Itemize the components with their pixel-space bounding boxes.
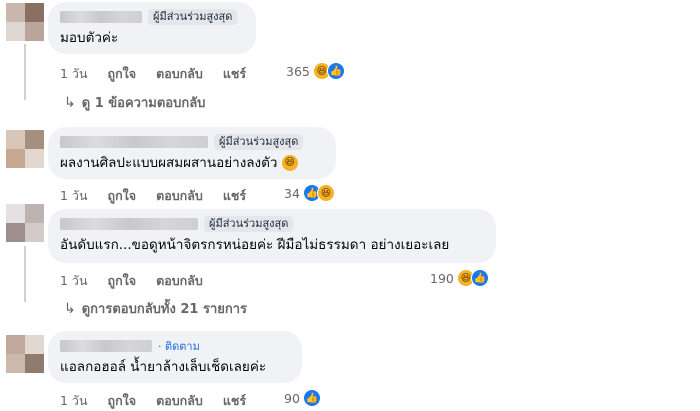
laughing-emoji-icon: 😆: [281, 155, 298, 171]
reply-button[interactable]: ตอบกลับ: [156, 186, 203, 206]
comment-bubble: ผู้มีส่วนร่วมสูงสุด ผลงานศิลปะแบบผสมผสาน…: [48, 127, 336, 179]
haha-icon: 😆: [316, 184, 335, 202]
reaction-summary[interactable]: 34 👍 😆: [284, 184, 335, 202]
reaction-count: 365: [286, 63, 310, 79]
like-button[interactable]: ถูกใจ: [108, 186, 137, 206]
like-icon: 👍: [326, 62, 345, 80]
like-button[interactable]: ถูกใจ: [108, 391, 137, 411]
comment-actions: 1 วัน ถูกใจ ตอบกลับ แชร์: [60, 186, 266, 206]
comment-bubble: · ติดตาม แอลกอฮอล์ น้ำยาล้างเล็บเช็ดเลยค…: [48, 331, 302, 383]
share-button[interactable]: แชร์: [223, 186, 246, 206]
avatar[interactable]: [6, 130, 44, 168]
like-button[interactable]: ถูกใจ: [108, 271, 137, 291]
share-button[interactable]: แชร์: [223, 64, 246, 84]
view-replies-label: ดูการตอบกลับทั้ง 21 รายการ: [81, 302, 248, 317]
like-icon: 👍: [470, 269, 489, 287]
reaction-summary[interactable]: 365 😆 👍: [286, 62, 345, 80]
reply-button[interactable]: ตอบกลับ: [156, 271, 203, 291]
comment-text: ผลงานศิลปะแบบผสมผสานอย่างลงตัว: [60, 155, 278, 171]
reaction-count: 190: [430, 270, 454, 286]
reply-button[interactable]: ตอบกลับ: [156, 391, 203, 411]
comment-bubble: ผู้มีส่วนร่วมสูงสุด มอบตัวค่ะ: [48, 2, 256, 54]
timestamp[interactable]: 1 วัน: [60, 186, 88, 206]
comment-actions: 1 วัน ถูกใจ ตอบกลับ แชร์: [60, 391, 266, 411]
top-fan-badge: ผู้มีส่วนร่วมสูงสุด: [148, 9, 238, 25]
comment-actions: 1 วัน ถูกใจ ตอบกลับ แชร์: [60, 64, 266, 84]
reaction-count: 90: [284, 390, 300, 406]
timestamp[interactable]: 1 วัน: [60, 391, 88, 411]
commenter-name[interactable]: [60, 218, 198, 230]
comment-bubble: ผู้มีส่วนร่วมสูงสุด อันดับแรก...ขอดูหน้า…: [48, 209, 496, 263]
view-replies-link[interactable]: ↳ ดูการตอบกลับทั้ง 21 รายการ: [64, 298, 247, 319]
avatar[interactable]: [6, 3, 44, 41]
reaction-summary[interactable]: 190 😆 👍: [430, 269, 489, 287]
reaction-count: 34: [284, 185, 300, 201]
like-icon: 👍: [302, 389, 321, 407]
like-button[interactable]: ถูกใจ: [108, 64, 137, 84]
commenter-name[interactable]: [60, 11, 142, 23]
top-fan-badge: ผู้มีส่วนร่วมสูงสุด: [214, 134, 304, 150]
view-replies-label: ดู 1 ข้อความตอบกลับ: [81, 96, 206, 111]
comment-text-row: ผลงานศิลปะแบบผสมผสานอย่างลงตัว 😆: [60, 153, 324, 173]
commenter-name[interactable]: [60, 340, 152, 352]
timestamp[interactable]: 1 วัน: [60, 64, 88, 84]
timestamp[interactable]: 1 วัน: [60, 271, 88, 291]
comment-text: แอลกอฮอล์ น้ำยาล้างเล็บเช็ดเลยค่ะ: [60, 359, 267, 375]
view-replies-link[interactable]: ↳ ดู 1 ข้อความตอบกลับ: [64, 92, 205, 113]
top-fan-badge: ผู้มีส่วนร่วมสูงสุด: [204, 216, 294, 232]
reply-arrow-icon: ↳: [64, 94, 76, 111]
avatar[interactable]: [6, 204, 44, 242]
thread-line: [24, 246, 26, 302]
reply-button[interactable]: ตอบกลับ: [156, 64, 203, 84]
share-button[interactable]: แชร์: [223, 391, 246, 411]
thread-line: [24, 44, 26, 100]
comment-text: อันดับแรก...ขอดูหน้าจิตรกรหน่อยค่ะ ฝีมือ…: [60, 237, 450, 253]
comment-actions: 1 วัน ถูกใจ ตอบกลับ: [60, 271, 223, 291]
reply-arrow-icon: ↳: [64, 300, 76, 317]
follow-link[interactable]: · ติดตาม: [158, 337, 200, 355]
commenter-name[interactable]: [60, 136, 208, 148]
comment-text: มอบตัวค่ะ: [60, 30, 119, 46]
avatar[interactable]: [6, 335, 44, 373]
reaction-summary[interactable]: 90 👍: [284, 389, 321, 407]
